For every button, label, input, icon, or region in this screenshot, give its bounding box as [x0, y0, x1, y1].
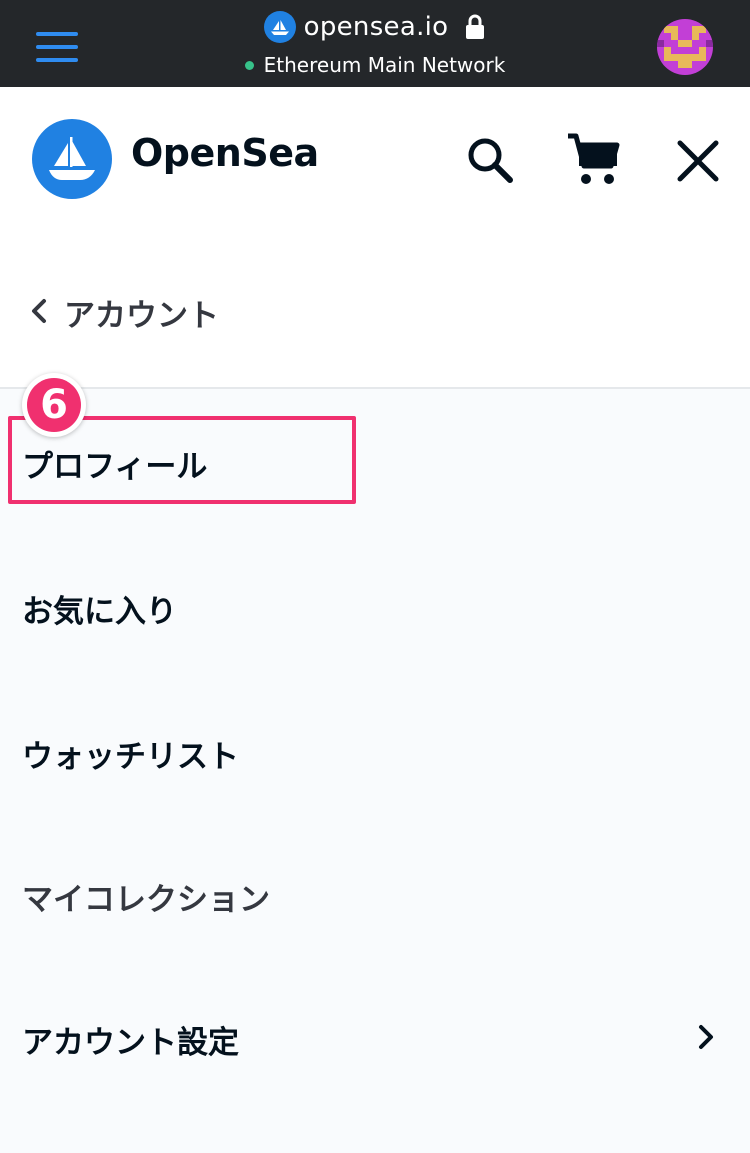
menu-item-label: アカウント設定 [22, 1025, 239, 1061]
opensea-favicon-icon [263, 11, 296, 43]
url-text: opensea.io [303, 12, 449, 42]
browser-top-bar: opensea.io Ethereum Main Network [0, 0, 750, 87]
network-status-dot [244, 60, 254, 70]
menu-item-profile[interactable]: プロフィール [0, 391, 750, 534]
network-name: Ethereum Main Network [263, 53, 506, 77]
menu-item-my-collections[interactable]: マイコレクション [0, 820, 750, 963]
menu-item-watchlist[interactable]: ウォッチリスト [0, 677, 750, 820]
brand-name[interactable]: OpenSea [131, 131, 319, 175]
menu-item-label: プロフィール [22, 449, 208, 485]
back-to-account-button[interactable]: アカウント [0, 234, 750, 389]
menu-item-label: ウォッチリスト [22, 739, 239, 775]
menu-item-label: マイコレクション [22, 882, 270, 918]
address-bar[interactable]: opensea.io [0, 9, 750, 45]
network-indicator[interactable]: Ethereum Main Network [0, 51, 750, 79]
menu-item-account-settings[interactable]: アカウント設定 [0, 963, 750, 1106]
opensea-logo-icon[interactable] [32, 119, 112, 199]
account-avatar[interactable] [657, 19, 713, 75]
step-number-badge: 6 [22, 373, 86, 437]
chevron-right-icon [699, 1025, 713, 1049]
step-number: 6 [27, 378, 81, 432]
lock-icon [466, 14, 485, 39]
menu-item-label: お気に入り [22, 594, 177, 630]
site-header: OpenSea [0, 87, 750, 234]
back-label: アカウント [64, 298, 219, 334]
chevron-left-icon [32, 299, 46, 323]
search-icon[interactable] [464, 134, 516, 186]
menu-item-favorites[interactable]: お気に入り [0, 534, 750, 677]
close-icon[interactable] [676, 139, 720, 183]
cart-icon[interactable] [565, 131, 621, 187]
